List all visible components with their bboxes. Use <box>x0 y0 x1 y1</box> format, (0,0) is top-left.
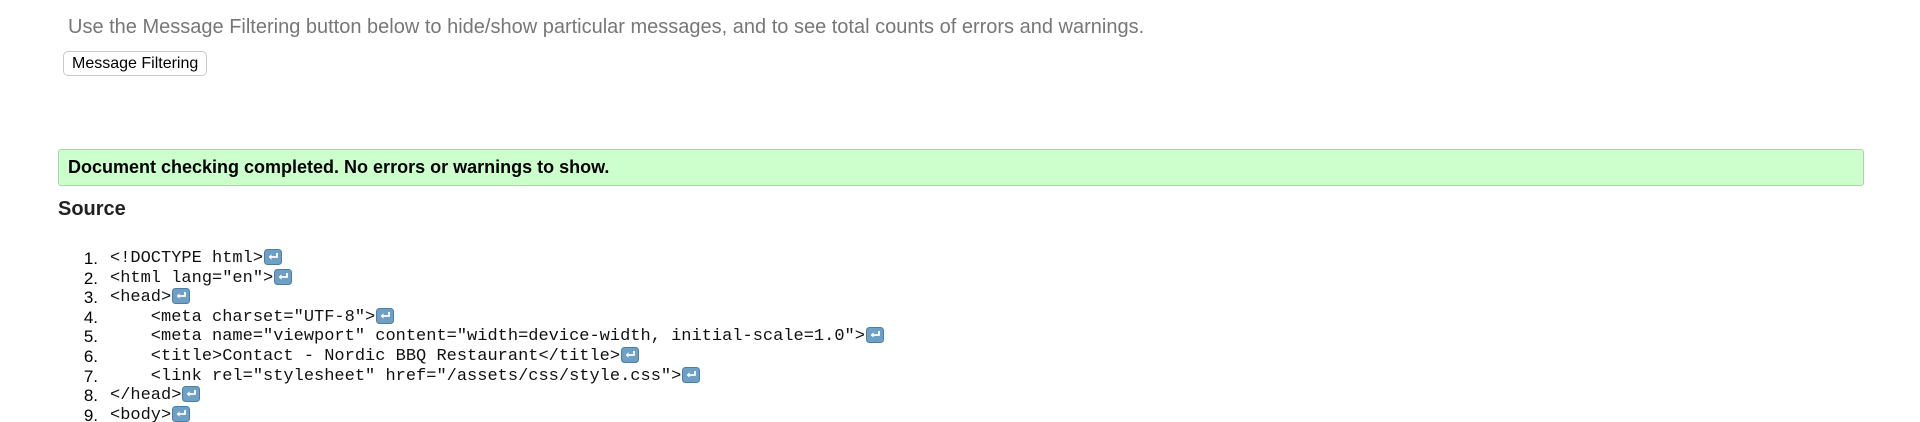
line-number: 9. <box>83 405 98 422</box>
return-icon <box>172 288 191 305</box>
return-icon <box>274 268 293 285</box>
source-line: 5. <meta name="viewport" content="width=… <box>58 327 884 347</box>
line-number: 1. <box>83 249 98 268</box>
line-number: 4. <box>83 307 98 327</box>
line-number: 5. <box>83 327 98 347</box>
return-icon <box>376 307 395 324</box>
message-filtering-button[interactable]: Message Filtering <box>63 51 208 76</box>
validator-results-page: Use the Message Filtering button below t… <box>0 0 1920 422</box>
return-icon <box>264 249 283 265</box>
source-line: 9. <body> <box>58 405 884 422</box>
source-line: 8. </head> <box>58 386 884 406</box>
source-heading: Source <box>58 198 126 220</box>
source-line: 3. <head> <box>58 288 884 308</box>
line-code: <!DOCTYPE html> <box>110 249 264 268</box>
line-number: 6. <box>83 346 98 366</box>
source-code-listing: 1. <!DOCTYPE html> 2. <html lang="en"> 3. <he… <box>58 249 884 422</box>
success-status-banner: Document checking completed. No errors o… <box>58 149 1864 186</box>
line-code: <link rel="stylesheet" href="/assets/css… <box>110 366 682 386</box>
filtering-instructions: Use the Message Filtering button below t… <box>68 16 1145 38</box>
line-code: <meta name="viewport" content="width=dev… <box>110 327 865 347</box>
line-number: 8. <box>83 386 98 406</box>
source-line: 4. <meta charset="UTF-8"> <box>58 307 884 328</box>
return-icon <box>182 386 201 403</box>
return-icon <box>621 346 640 363</box>
line-code: <body> <box>110 405 172 422</box>
line-code: <head> <box>110 288 172 308</box>
line-number: 2. <box>83 268 98 288</box>
return-icon <box>682 366 701 383</box>
source-line: 6. <title>Contact - Nordic BBQ Restauran… <box>58 346 884 367</box>
source-line: 2. <html lang="en"> <box>58 268 884 289</box>
line-code: </head> <box>110 386 182 406</box>
return-icon <box>865 327 884 344</box>
return-icon <box>172 405 191 422</box>
line-number: 7. <box>83 366 98 386</box>
line-code: <meta charset="UTF-8"> <box>110 307 376 327</box>
source-line: 1. <!DOCTYPE html> <box>58 249 884 269</box>
line-number: 3. <box>83 288 98 308</box>
line-code: <title>Contact - Nordic BBQ Restaurant</… <box>110 346 621 366</box>
line-code: <html lang="en"> <box>110 268 274 288</box>
source-line: 7. <link rel="stylesheet" href="/assets/… <box>58 366 884 387</box>
